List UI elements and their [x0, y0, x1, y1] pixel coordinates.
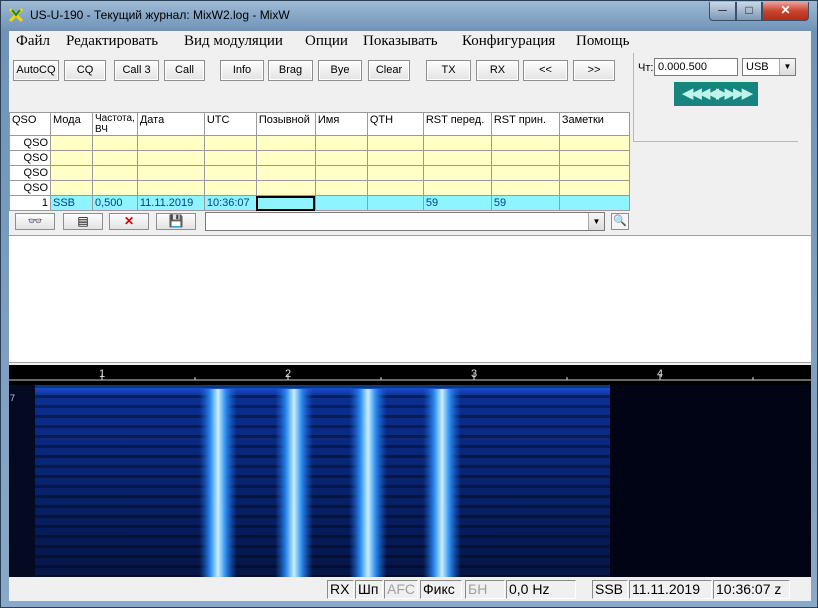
menu-configuration[interactable]: Конфигурация: [462, 33, 555, 50]
column-header[interactable]: QSO: [9, 112, 51, 136]
status-afc[interactable]: AFC: [384, 580, 418, 599]
waterfall-display[interactable]: 7 1 2 3 4: [9, 365, 811, 577]
receive-text-pane[interactable]: [9, 235, 811, 363]
close-button[interactable]: ✕: [762, 2, 809, 21]
clear-button[interactable]: Clear: [368, 60, 410, 81]
menu-help[interactable]: Помощь: [576, 33, 629, 50]
column-header[interactable]: RST перед.: [422, 112, 492, 136]
current-qso-row[interactable]: 1 SSB 0,500 11.11.2019 10:36:07 59 59: [9, 195, 630, 211]
column-header[interactable]: UTC: [203, 112, 257, 136]
name-cell[interactable]: [314, 195, 368, 211]
waterfall-scale-label: 4: [657, 368, 663, 380]
utc-cell[interactable]: 10:36:07: [203, 195, 257, 211]
log-toolbar: 👓 ▤ ✕ 💾 ▼ 🔍: [9, 211, 632, 235]
notes-cell[interactable]: [558, 195, 630, 211]
bye-button[interactable]: Bye: [318, 60, 362, 81]
menu-edit[interactable]: Редактировать: [66, 33, 158, 50]
status-time: 10:36:07 z: [713, 580, 790, 599]
client-area: Файл Редактировать Вид модуляции Опции П…: [9, 31, 811, 601]
frequency-cell[interactable]: 0,500: [92, 195, 138, 211]
delete-icon[interactable]: ✕: [109, 213, 149, 230]
waterfall-side-marker: 7: [10, 393, 15, 403]
column-header[interactable]: Мода: [50, 112, 93, 136]
menu-options[interactable]: Опции: [305, 33, 348, 50]
notebook-icon[interactable]: ▤: [63, 213, 103, 230]
rx-button[interactable]: RX: [476, 60, 519, 81]
menu-view[interactable]: Показывать: [363, 33, 438, 50]
chevron-down-icon[interactable]: ▼: [779, 59, 795, 75]
waterfall-scale-label: 1: [99, 368, 105, 380]
menu-mode[interactable]: Вид модуляции: [184, 33, 283, 50]
minimize-button[interactable]: ─: [709, 2, 736, 21]
table-row[interactable]: QSO: [9, 150, 630, 166]
info-button[interactable]: Info: [220, 60, 264, 81]
frequency-input[interactable]: 0.000.500: [654, 58, 738, 76]
call-button[interactable]: Call: [164, 60, 205, 81]
waterfall-scale-label: 2: [285, 368, 291, 380]
column-header[interactable]: RST прин.: [490, 112, 560, 136]
row-header: QSO: [9, 165, 51, 181]
status-rx[interactable]: RX: [327, 580, 354, 599]
glasses-icon[interactable]: 👓: [15, 213, 55, 230]
call3-button[interactable]: Call 3: [114, 60, 159, 81]
column-header[interactable]: Заметки: [558, 112, 630, 136]
waterfall-graphic: 7 1 2 3 4: [9, 365, 811, 577]
mixw-app-icon: [8, 7, 24, 23]
brag-button[interactable]: Brag: [268, 60, 313, 81]
waterfall-scale-label: 3: [471, 368, 477, 380]
column-header[interactable]: Дата: [136, 112, 205, 136]
title-bar[interactable]: US-U-190 - Текущий журнал: MixW2.log - M…: [1, 1, 817, 31]
tx-button[interactable]: TX: [426, 60, 471, 81]
prev-button[interactable]: <<: [523, 60, 568, 81]
status-bn[interactable]: БН: [465, 580, 505, 599]
table-row[interactable]: QSO: [9, 165, 630, 181]
column-header[interactable]: Частота, ВЧ: [92, 112, 138, 136]
autocq-button[interactable]: AutoCQ: [13, 60, 59, 81]
rst-received-cell[interactable]: 59: [490, 195, 560, 211]
save-icon[interactable]: 💾: [156, 213, 196, 230]
mode-cell[interactable]: SSB: [50, 195, 93, 211]
status-fix[interactable]: Фикс: [420, 580, 462, 599]
column-header[interactable]: Имя: [314, 112, 368, 136]
status-date: 11.11.2019: [629, 580, 712, 599]
mode-select-value: USB: [746, 61, 769, 73]
cq-button[interactable]: CQ: [64, 60, 106, 81]
main-window: US-U-190 - Текущий журнал: MixW2.log - M…: [0, 0, 818, 608]
chevron-down-icon[interactable]: ▼: [588, 213, 604, 230]
frequency-label: Чт:: [638, 62, 654, 74]
mode-select[interactable]: USB ▼: [742, 58, 796, 76]
row-header: QSO: [9, 180, 51, 196]
menu-bar: Файл Редактировать Вид модуляции Опции П…: [9, 31, 811, 53]
maximize-button[interactable]: □: [736, 2, 762, 21]
window-title: US-U-190 - Текущий журнал: MixW2.log - M…: [30, 8, 290, 22]
log-table: QSO Мода Частота, ВЧ Дата UTC Позывной И…: [9, 112, 632, 211]
status-bar: RX Шп AFC Фикс БН 0,0 Hz SSB 11.11.2019 …: [9, 578, 811, 601]
rst-sent-cell[interactable]: 59: [422, 195, 492, 211]
column-header[interactable]: QTH: [366, 112, 424, 136]
callsign-cell[interactable]: [255, 195, 316, 211]
date-cell[interactable]: 11.11.2019: [136, 195, 205, 211]
row-header: 1: [9, 195, 51, 211]
status-mode[interactable]: SSB: [592, 580, 628, 599]
table-row[interactable]: QSO: [9, 180, 630, 196]
log-header-row: QSO Мода Частота, ВЧ Дата UTC Позывной И…: [9, 112, 630, 136]
status-shp[interactable]: Шп: [355, 580, 383, 599]
row-header: QSO: [9, 135, 51, 151]
search-icon[interactable]: 🔍: [611, 213, 629, 230]
menu-file[interactable]: Файл: [16, 33, 50, 50]
qth-cell[interactable]: [366, 195, 424, 211]
next-button[interactable]: >>: [573, 60, 615, 81]
frequency-panel: Чт: 0.000.500 USB ▼ ◀◀◀◀▶▶▶▶: [633, 53, 798, 142]
tune-arrows-button[interactable]: ◀◀◀◀▶▶▶▶: [674, 82, 758, 106]
row-header: QSO: [9, 150, 51, 166]
log-search-combo[interactable]: ▼: [205, 212, 605, 231]
status-offset: 0,0 Hz: [506, 580, 576, 599]
table-row[interactable]: QSO: [9, 135, 630, 151]
column-header[interactable]: Позывной: [255, 112, 316, 136]
